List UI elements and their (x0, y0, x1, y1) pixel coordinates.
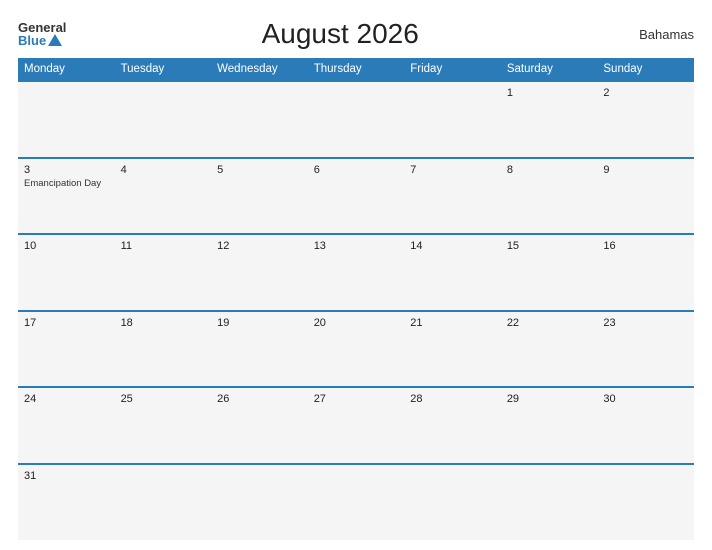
calendar-cell: 23 (597, 311, 694, 388)
day-number: 23 (603, 317, 688, 329)
calendar-cell: 21 (404, 311, 501, 388)
calendar-cell (308, 464, 405, 541)
calendar-cell: 2 (597, 81, 694, 158)
calendar-cell: 7 (404, 158, 501, 235)
calendar-week-row: 17 18 19 20 21 22 23 (18, 311, 694, 388)
calendar-cell (404, 81, 501, 158)
logo-blue-text: Blue (18, 34, 66, 47)
calendar-cell: 31 (18, 464, 115, 541)
calendar-cell: 17 (18, 311, 115, 388)
calendar-cell (211, 464, 308, 541)
day-number: 17 (24, 317, 109, 329)
day-number: 25 (121, 393, 206, 405)
calendar-cell (211, 81, 308, 158)
day-number: 4 (121, 164, 206, 176)
calendar-cell: 27 (308, 387, 405, 464)
holiday-label: Emancipation Day (24, 178, 109, 189)
day-number: 21 (410, 317, 495, 329)
calendar-cell: 14 (404, 234, 501, 311)
weekday-header-row: Monday Tuesday Wednesday Thursday Friday… (18, 58, 694, 81)
calendar-cell: 13 (308, 234, 405, 311)
calendar-cell: 12 (211, 234, 308, 311)
calendar-cell: 3 Emancipation Day (18, 158, 115, 235)
day-number: 9 (603, 164, 688, 176)
header-wednesday: Wednesday (211, 58, 308, 81)
day-number: 12 (217, 240, 302, 252)
calendar-cell (18, 81, 115, 158)
day-number: 8 (507, 164, 592, 176)
calendar-cell: 16 (597, 234, 694, 311)
day-number: 29 (507, 393, 592, 405)
day-number: 5 (217, 164, 302, 176)
day-number: 28 (410, 393, 495, 405)
day-number: 31 (24, 470, 109, 482)
calendar-cell (597, 464, 694, 541)
calendar-cell: 15 (501, 234, 598, 311)
calendar-cell: 29 (501, 387, 598, 464)
day-number: 27 (314, 393, 399, 405)
calendar-cell: 18 (115, 311, 212, 388)
calendar-cell (404, 464, 501, 541)
day-number: 16 (603, 240, 688, 252)
header-tuesday: Tuesday (115, 58, 212, 81)
calendar-cell: 19 (211, 311, 308, 388)
calendar-cell: 9 (597, 158, 694, 235)
day-number: 13 (314, 240, 399, 252)
day-number: 14 (410, 240, 495, 252)
calendar-week-row: 10 11 12 13 14 15 16 (18, 234, 694, 311)
header-sunday: Sunday (597, 58, 694, 81)
calendar-title: August 2026 (66, 18, 614, 50)
header-monday: Monday (18, 58, 115, 81)
calendar-cell: 10 (18, 234, 115, 311)
day-number: 11 (121, 240, 206, 252)
day-number: 18 (121, 317, 206, 329)
header-saturday: Saturday (501, 58, 598, 81)
calendar-page: General Blue August 2026 Bahamas Monday … (0, 0, 712, 550)
calendar-cell: 11 (115, 234, 212, 311)
calendar-cell: 8 (501, 158, 598, 235)
calendar-cell: 28 (404, 387, 501, 464)
day-number: 24 (24, 393, 109, 405)
calendar-cell: 6 (308, 158, 405, 235)
day-number: 2 (603, 87, 688, 99)
day-number: 10 (24, 240, 109, 252)
day-number: 7 (410, 164, 495, 176)
calendar-week-row: 24 25 26 27 28 29 30 (18, 387, 694, 464)
day-number: 30 (603, 393, 688, 405)
calendar-cell (115, 464, 212, 541)
calendar-cell: 25 (115, 387, 212, 464)
day-number: 19 (217, 317, 302, 329)
logo: General Blue (18, 21, 66, 47)
country-name: Bahamas (614, 27, 694, 42)
header-thursday: Thursday (308, 58, 405, 81)
day-number: 22 (507, 317, 592, 329)
day-number: 6 (314, 164, 399, 176)
calendar-cell (501, 464, 598, 541)
logo-triangle-icon (48, 34, 62, 46)
calendar-cell: 26 (211, 387, 308, 464)
calendar-cell (308, 81, 405, 158)
calendar-week-row: 31 (18, 464, 694, 541)
calendar-cell: 22 (501, 311, 598, 388)
day-number: 26 (217, 393, 302, 405)
calendar-cell: 5 (211, 158, 308, 235)
day-number: 15 (507, 240, 592, 252)
calendar-cell: 1 (501, 81, 598, 158)
day-number: 1 (507, 87, 592, 99)
calendar-cell: 4 (115, 158, 212, 235)
day-number: 20 (314, 317, 399, 329)
day-number: 3 (24, 164, 109, 176)
calendar-cell: 20 (308, 311, 405, 388)
header-friday: Friday (404, 58, 501, 81)
calendar-table: Monday Tuesday Wednesday Thursday Friday… (18, 58, 694, 540)
calendar-cell: 24 (18, 387, 115, 464)
calendar-week-row: 12 (18, 81, 694, 158)
calendar-cell: 30 (597, 387, 694, 464)
header: General Blue August 2026 Bahamas (18, 18, 694, 50)
calendar-week-row: 3 Emancipation Day 456789 (18, 158, 694, 235)
calendar-cell (115, 81, 212, 158)
